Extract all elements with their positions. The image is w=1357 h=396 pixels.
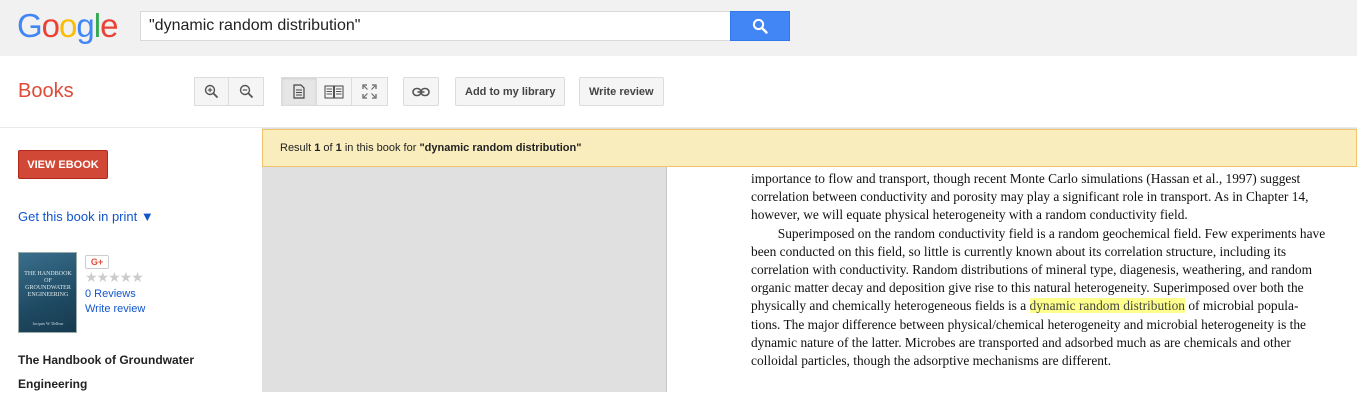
- view-mode-group: [281, 77, 388, 106]
- zoom-in-button[interactable]: [194, 77, 229, 106]
- page-line: tions. The major difference between phys…: [751, 316, 1307, 332]
- top-bar: Google "dynamic random distribution": [0, 0, 1357, 56]
- search-input[interactable]: "dynamic random distribution": [140, 11, 731, 41]
- line-text: of microbial popula-: [1184, 298, 1299, 314]
- cover-title: THE HANDBOOK OF GROUNDWATER ENGINEERING: [24, 271, 72, 298]
- view-ebook-button[interactable]: VIEW EBOOK: [18, 150, 108, 179]
- books-title[interactable]: Books: [18, 80, 74, 103]
- search-icon: [752, 18, 768, 34]
- zoom-out-button[interactable]: [229, 77, 264, 106]
- write-review-link[interactable]: Write review: [85, 303, 145, 315]
- logo-letter: o: [59, 7, 77, 44]
- logo-letter: o: [41, 7, 60, 44]
- page-line: organic matter decay and deposition give…: [751, 280, 1304, 296]
- page-line: dynamic nature of the latter. Microbes a…: [751, 334, 1291, 350]
- rating-stars: ★★★★★: [85, 269, 144, 285]
- link-button[interactable]: [403, 77, 439, 106]
- google-logo[interactable]: Google: [17, 7, 118, 44]
- two-page-icon: [324, 84, 344, 99]
- single-page-icon: [293, 84, 305, 99]
- zoom-group: [194, 77, 264, 106]
- page-line: correlation between conductivity and por…: [751, 189, 1309, 205]
- reviews-link[interactable]: 0 Reviews: [85, 288, 136, 300]
- page-text: importance to flow and transport, though…: [751, 170, 1357, 370]
- book-title: The Handbook of Groundwater Engineering: [18, 353, 194, 391]
- fullscreen-icon: [362, 84, 377, 99]
- logo-letter: g: [76, 7, 94, 44]
- two-page-button[interactable]: [317, 77, 352, 106]
- book-cover[interactable]: THE HANDBOOK OF GROUNDWATER ENGINEERING …: [18, 252, 77, 333]
- result-query: "dynamic random distribution": [419, 142, 582, 154]
- page-line: however, we will equate physical heterog…: [751, 207, 1188, 223]
- write-review-button[interactable]: Write review: [579, 77, 664, 106]
- toolbar: Books Add to my library Write review: [0, 56, 1357, 128]
- page-line: been conducted on this field, so little …: [751, 243, 1287, 259]
- line-text: physically and chemically heterogeneous …: [751, 298, 1030, 314]
- result-of: of: [320, 142, 336, 154]
- get-book-in-print-link[interactable]: Get this book in print ▼: [18, 209, 154, 224]
- search-highlight: dynamic random distribution: [1029, 298, 1185, 314]
- google-plus-button[interactable]: G+: [85, 255, 109, 269]
- zoom-in-icon: [204, 84, 219, 99]
- logo-letter: G: [17, 7, 43, 44]
- sidebar: VIEW EBOOK Get this book in print ▼ THE …: [0, 128, 262, 392]
- single-page-button[interactable]: [281, 77, 317, 106]
- page-line: correlation with conductivity. Random di…: [751, 262, 1313, 278]
- book-viewer: Result 1 of 1 in this book for "dynamic …: [262, 128, 1357, 392]
- zoom-out-icon: [239, 84, 253, 99]
- logo-letter: e: [100, 7, 118, 44]
- page-line: colloidal particles, though the adsorpti…: [751, 353, 1112, 369]
- cover-author: Jacques W. Delleur: [32, 321, 64, 326]
- search-button[interactable]: [730, 11, 790, 41]
- link-icon: [412, 87, 430, 96]
- result-mid: in this book for: [341, 142, 420, 154]
- add-to-library-button[interactable]: Add to my library: [455, 77, 566, 106]
- search-result-bar: Result 1 of 1 in this book for "dynamic …: [262, 129, 1357, 167]
- result-prefix: Result: [280, 142, 315, 154]
- page-line: Superimposed on the random conductivity …: [751, 225, 1326, 241]
- book-page[interactable]: importance to flow and transport, though…: [666, 167, 1357, 392]
- page-line-with-highlight: physically and chemically heterogeneous …: [751, 297, 1357, 315]
- fullscreen-button[interactable]: [352, 77, 388, 106]
- link-group: [403, 77, 439, 106]
- page-line: importance to flow and transport, though…: [751, 171, 1301, 186]
